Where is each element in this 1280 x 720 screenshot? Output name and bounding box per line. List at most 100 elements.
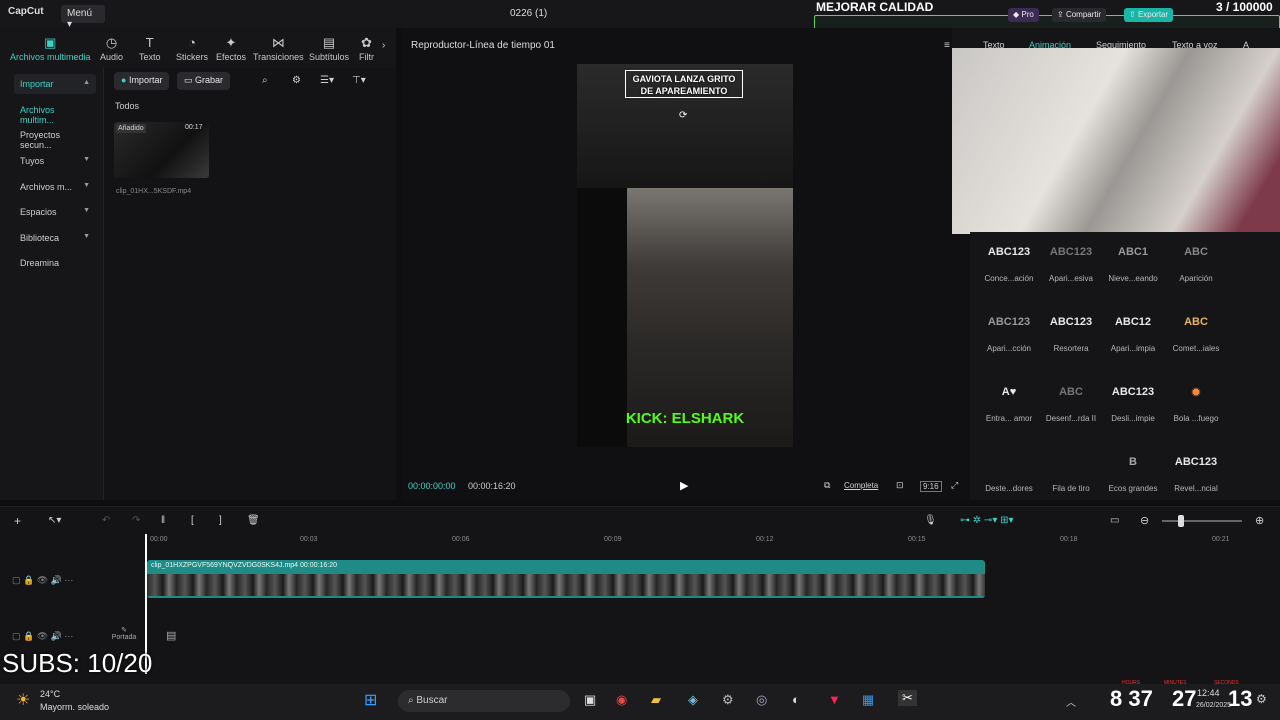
effect-label: Aparición bbox=[1179, 274, 1213, 283]
weather-desc[interactable]: Mayorm. soleado bbox=[40, 702, 109, 712]
tab-media[interactable]: ▣ Archivos multimedia bbox=[10, 36, 91, 63]
sidebar-item-files[interactable]: Archivos m... ▼ bbox=[14, 177, 96, 197]
aspect-ratio-button[interactable]: 9:16 bbox=[920, 481, 942, 492]
effect-item[interactable]: ABC1 Nieve...eando bbox=[1105, 236, 1161, 286]
add-icon[interactable]: + bbox=[14, 514, 21, 528]
export-button[interactable]: ⇧ Exportar bbox=[1124, 8, 1174, 22]
redo-icon[interactable]: ↷ bbox=[132, 515, 140, 526]
sort-icon[interactable]: ☰▾ bbox=[320, 75, 334, 86]
tab-label: Transiciones bbox=[253, 52, 304, 62]
sidebar-item-dreamina[interactable]: Dreamina bbox=[14, 253, 96, 273]
cover-track-controls[interactable]: ▢ 🔒 👁 🔊 ⋯ bbox=[12, 631, 73, 642]
track-controls[interactable]: ▢ 🔒 👁 🔊 ⋯ bbox=[12, 575, 73, 586]
pro-button[interactable]: ◆ Pro bbox=[1008, 8, 1039, 22]
cover-button[interactable]: ✎ Portada bbox=[110, 626, 138, 641]
effect-item[interactable]: Deste...dores bbox=[981, 446, 1037, 496]
select-tool-icon[interactable]: ↖▾ bbox=[48, 515, 61, 526]
search-icon[interactable]: ⌕ bbox=[262, 75, 268, 86]
film-icon[interactable]: ▤ bbox=[166, 629, 176, 642]
trim-left-icon[interactable]: [ bbox=[191, 515, 194, 526]
chevron-down-icon: ▼ bbox=[83, 156, 90, 163]
system-time[interactable]: 12:44 bbox=[1197, 688, 1220, 698]
video-clip[interactable]: clip_01HXZPGVF569YNQVZVDG0SKS4J.mp4 00:0… bbox=[147, 560, 985, 598]
tab-audio[interactable]: ◷ Audio bbox=[100, 36, 123, 63]
windows-start-icon[interactable]: ⊞ bbox=[364, 690, 377, 710]
effect-preview: ABC bbox=[1184, 246, 1208, 258]
menu-icon[interactable]: ≡ bbox=[944, 40, 950, 51]
effect-item[interactable]: ABC123 Desli...impie bbox=[1105, 376, 1161, 426]
effect-item[interactable]: B Ecos grandes bbox=[1105, 446, 1161, 496]
filter-icon[interactable]: ⚙ bbox=[292, 75, 301, 86]
effect-item[interactable]: ABC123 Conce...ación bbox=[981, 236, 1037, 286]
sidebar-item-library[interactable]: Biblioteca ▼ bbox=[14, 228, 96, 248]
system-date[interactable]: 26/02/2025 bbox=[1196, 702, 1231, 709]
import-button[interactable]: ● Importar bbox=[114, 72, 170, 90]
effect-item[interactable]: ABC123 Revel...ncial bbox=[1168, 446, 1224, 496]
tab-text[interactable]: T Texto bbox=[139, 36, 161, 63]
record-button[interactable]: ▭ Grabar bbox=[177, 72, 231, 90]
weather-temp[interactable]: 24°C bbox=[40, 689, 60, 699]
fit-icon[interactable]: ▭ bbox=[1110, 515, 1119, 526]
notification-icon[interactable]: ⚙ bbox=[1256, 692, 1267, 706]
obs-icon[interactable]: ◐ bbox=[792, 692, 800, 707]
tab-transitions[interactable]: ⋈ Transiciones bbox=[253, 36, 304, 63]
photos-icon[interactable]: ▦ bbox=[862, 692, 874, 708]
zoom-in-icon[interactable]: ⊕ bbox=[1255, 514, 1264, 527]
zoom-slider-handle[interactable] bbox=[1178, 515, 1184, 527]
split-icon[interactable]: ‖ bbox=[161, 515, 165, 526]
taskbar-search[interactable]: ⌕ Buscar bbox=[398, 690, 570, 712]
menu-button[interactable]: Menú ▾ bbox=[61, 5, 105, 30]
full-quality-button[interactable]: Completa bbox=[844, 481, 878, 490]
effect-item[interactable]: Fila de tiro bbox=[1043, 446, 1099, 496]
effect-item[interactable]: ABC Desenf...rda II bbox=[1043, 376, 1099, 426]
settings-icon[interactable]: ⚙ bbox=[722, 692, 734, 708]
tab-filters[interactable]: ✿ Filtr bbox=[359, 36, 374, 63]
view-icon[interactable]: ⊤▾ bbox=[352, 75, 366, 86]
fullscreen-icon[interactable]: ⤢ bbox=[951, 480, 958, 491]
zoom-icon[interactable]: ⊡ bbox=[896, 480, 904, 491]
sidebar-item-media-files[interactable]: Archivos multim... bbox=[14, 100, 96, 125]
effect-item[interactable]: ABC12 Apari...impia bbox=[1105, 306, 1161, 356]
tab-subtitles[interactable]: ▤ Subtítulos bbox=[309, 36, 349, 63]
video-preview[interactable]: GAVIOTA LANZA GRITO DE APAREAMIENTO ⟳ KI… bbox=[577, 64, 793, 447]
sidebar-item-projects[interactable]: Proyectos secun... bbox=[14, 125, 96, 150]
tab-label: Texto bbox=[139, 52, 161, 62]
effect-item[interactable]: ABC123 Apari...cción bbox=[981, 306, 1037, 356]
effect-item[interactable]: A♥ Entra... amor bbox=[981, 376, 1037, 426]
tab-label: Stickers bbox=[176, 52, 209, 62]
video-caption[interactable]: GAVIOTA LANZA GRITO DE APAREAMIENTO bbox=[625, 70, 743, 98]
folder-icon[interactable]: ▰ bbox=[651, 692, 661, 708]
app-icon[interactable]: ◈ bbox=[688, 692, 698, 708]
effect-item[interactable]: ABC Comet...iales bbox=[1168, 306, 1224, 356]
zoom-out-icon[interactable]: ⊖ bbox=[1140, 514, 1149, 527]
tab-effects[interactable]: ✦ Efectos bbox=[216, 36, 246, 63]
share-button[interactable]: ⇪ Compartir bbox=[1052, 8, 1107, 22]
play-icon[interactable]: ▶ bbox=[680, 479, 688, 492]
chevron-up-icon[interactable]: ︿ bbox=[1066, 694, 1076, 709]
capcut-icon[interactable]: ✂ bbox=[898, 690, 917, 706]
zoom-slider[interactable] bbox=[1162, 520, 1242, 522]
tab-stickers[interactable]: ◔ Stickers bbox=[176, 36, 209, 63]
delete-icon[interactable]: 🗑 bbox=[247, 515, 260, 526]
taskview-icon[interactable]: ▣ bbox=[584, 692, 596, 708]
steam-icon[interactable]: ◎ bbox=[756, 692, 767, 708]
brave-icon[interactable]: ▼ bbox=[828, 692, 841, 707]
effect-item[interactable]: ABC123 Apari...esiva bbox=[1043, 236, 1099, 286]
rotate-icon[interactable]: ⟳ bbox=[679, 110, 687, 121]
microphone-icon[interactable]: 🎙 bbox=[924, 515, 937, 526]
sidebar-item-import[interactable]: Importar ▲ bbox=[14, 74, 96, 94]
snap-icon[interactable]: ⊶ ✲ ⊸▾ ⊞▾ bbox=[960, 515, 1014, 526]
sidebar-item-yours[interactable]: Tuyos ▼ bbox=[14, 151, 96, 171]
effect-item[interactable]: ABC123 Resortera bbox=[1043, 306, 1099, 356]
undo-icon[interactable]: ↶ bbox=[102, 515, 110, 526]
crop-icon[interactable]: ⧉ bbox=[824, 480, 830, 491]
trim-right-icon[interactable]: ] bbox=[219, 515, 222, 526]
sidebar-item-spaces[interactable]: Espacios ▼ bbox=[14, 202, 96, 222]
effect-item[interactable]: ✹ Bola ...fuego bbox=[1168, 376, 1224, 426]
effect-item[interactable]: ABC Aparición bbox=[1168, 236, 1224, 286]
chevron-right-icon[interactable]: › bbox=[382, 40, 385, 51]
effect-label: Resortera bbox=[1053, 344, 1089, 353]
clock-frames: 13 bbox=[1228, 686, 1253, 711]
taskbar bbox=[0, 684, 1280, 720]
chrome-icon[interactable]: ◉ bbox=[616, 692, 627, 708]
